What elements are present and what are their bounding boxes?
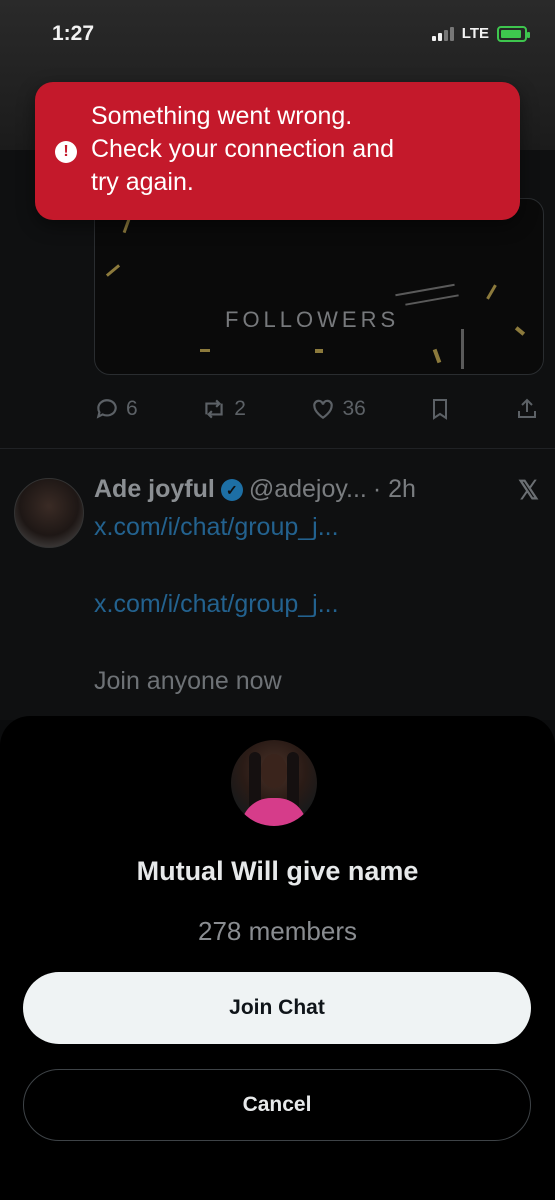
- bookmark-icon: [433, 399, 448, 420]
- post-link-1[interactable]: x.com/i/chat/group_j...: [94, 513, 339, 542]
- reply-button[interactable]: 6: [94, 396, 138, 422]
- heart-icon: [312, 399, 333, 419]
- post-header: Ade joyful ✓ @adejoy... · 2h: [94, 475, 416, 504]
- join-chat-button[interactable]: Join Chat: [23, 972, 531, 1044]
- post-media[interactable]: FOLLOWERS: [94, 198, 544, 375]
- post-link-2[interactable]: x.com/i/chat/group_j...: [94, 590, 339, 619]
- network-label: LTE: [461, 25, 489, 42]
- avatar[interactable]: [14, 478, 84, 548]
- reply-count: 6: [126, 397, 138, 420]
- toast-message-line3: try again.: [91, 168, 194, 196]
- post-text: Join anyone now: [94, 667, 282, 695]
- cancel-button[interactable]: Cancel: [23, 1069, 531, 1141]
- post-divider: [0, 448, 555, 449]
- group-title: Mutual Will give name: [136, 856, 419, 886]
- repost-count: 2: [234, 397, 246, 420]
- x-logo-icon: 𝕏: [518, 475, 539, 505]
- status-indicators: LTE: [431, 25, 530, 42]
- verified-badge-icon: ✓: [220, 478, 243, 501]
- post-time: · 2h: [372, 475, 416, 503]
- status-time: 1:27: [52, 22, 95, 45]
- post-author-handle: @adejoy...: [248, 475, 367, 503]
- join-chat-sheet: Mutual Will give name 278 members Join C…: [0, 716, 555, 1200]
- repost-button[interactable]: 2: [200, 396, 246, 422]
- battery-charging-icon: [497, 25, 530, 42]
- share-button[interactable]: [515, 396, 539, 422]
- reply-icon: [96, 399, 117, 419]
- exclamation-icon: !: [55, 141, 77, 163]
- toast-message-line1: Something went wrong.: [91, 102, 353, 130]
- like-button[interactable]: 36: [309, 396, 366, 422]
- post-author-name[interactable]: Ade joyful: [94, 475, 215, 504]
- toast-message-line2: Check your connection and: [91, 135, 394, 163]
- media-caption: FOLLOWERS: [225, 307, 400, 332]
- share-icon: [517, 398, 536, 418]
- repost-icon: [205, 399, 223, 419]
- member-count: 278 members: [198, 916, 357, 946]
- like-count: 36: [342, 397, 366, 420]
- post-action-bar: 6 2 36: [94, 392, 539, 426]
- bookmark-button[interactable]: [428, 396, 452, 422]
- signal-icon: [431, 26, 454, 41]
- group-avatar: [231, 740, 317, 826]
- timeline-feed: FOLLOWERS 6 2 36 Ade joyful ✓ @adejoy...…: [0, 150, 555, 720]
- error-toast: ! Something went wrong. Check your conne…: [35, 82, 520, 220]
